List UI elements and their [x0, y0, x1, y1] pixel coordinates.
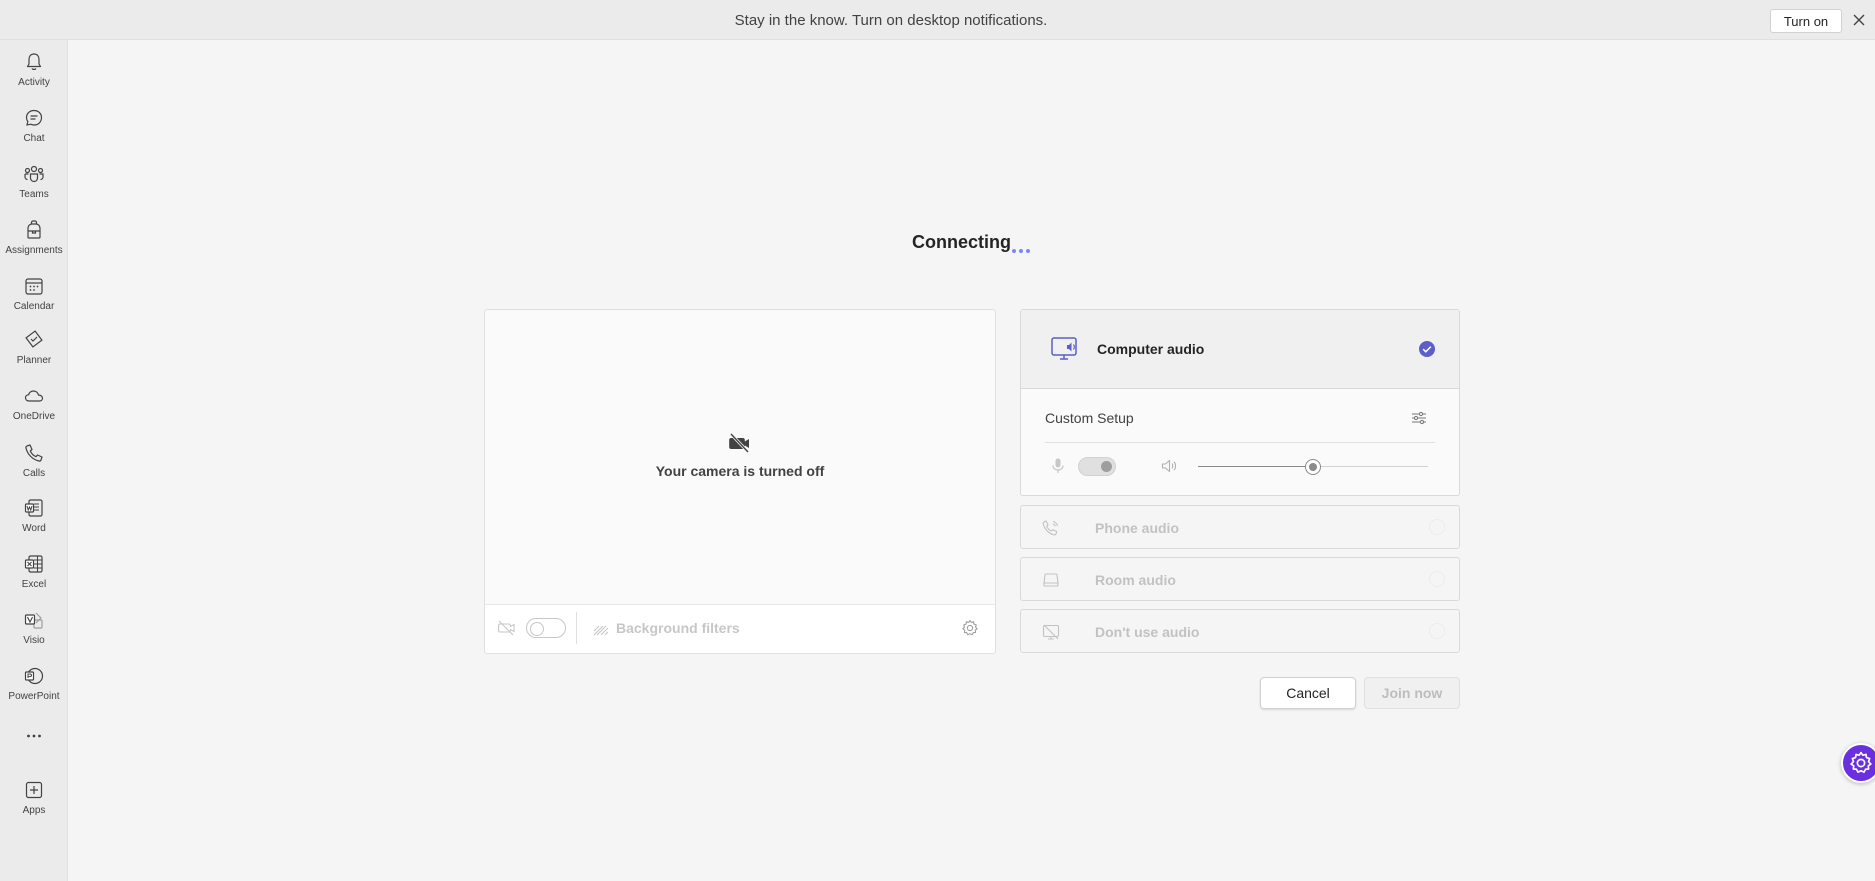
rail-label: Activity	[18, 77, 50, 88]
chat-icon	[25, 109, 43, 126]
bell-icon	[26, 53, 42, 70]
cloud-icon	[24, 390, 44, 402]
join-now-button[interactable]: Join now	[1364, 677, 1460, 709]
excel-icon	[24, 555, 43, 573]
connecting-status: Connecting	[912, 232, 1011, 252]
no-audio-option[interactable]: Don't use audio	[1020, 609, 1460, 653]
rail-label: Word	[22, 523, 46, 534]
no-audio-label: Don't use audio	[1095, 624, 1200, 640]
computer-audio-icon	[1051, 337, 1077, 360]
camera-toggle[interactable]	[526, 618, 566, 638]
room-audio-label: Room audio	[1095, 572, 1176, 588]
no-audio-icon	[1042, 624, 1060, 640]
rail-item-apps[interactable]: Apps	[0, 774, 68, 826]
rail-label: Teams	[19, 189, 49, 200]
rail-label: Assignments	[5, 245, 63, 256]
rail-label: Apps	[22, 805, 46, 816]
notification-text: Stay in the know. Turn on desktop notifi…	[734, 12, 1048, 29]
microphone-icon	[1052, 458, 1064, 473]
camera-off-text: Your camera is turned off	[655, 463, 825, 479]
rail-item-calls[interactable]: Calls	[0, 437, 68, 489]
device-settings-icon[interactable]	[960, 618, 980, 638]
floating-settings-button[interactable]	[1841, 743, 1875, 783]
background-filters-button[interactable]: Background filters	[616, 620, 740, 636]
rail-label: Calendar	[13, 301, 55, 312]
microphone-toggle[interactable]	[1078, 457, 1116, 476]
no-audio-radio[interactable]	[1429, 623, 1445, 639]
add-app-icon	[25, 781, 43, 799]
room-audio-radio[interactable]	[1429, 571, 1445, 587]
rail-label: Visio	[23, 635, 45, 646]
speaker-volume-fill	[1198, 466, 1313, 467]
rail-item-visio[interactable]: Visio	[0, 604, 68, 656]
rail-item-excel[interactable]: Excel	[0, 548, 68, 600]
rail-item-chat[interactable]: Chat	[0, 102, 68, 154]
rail-item-more[interactable]	[0, 720, 68, 752]
camera-off-icon	[729, 432, 750, 454]
rail-label: Calls	[22, 468, 46, 479]
phone-audio-option[interactable]: Phone audio	[1020, 505, 1460, 549]
rail-label: OneDrive	[12, 411, 56, 422]
loading-dots-icon	[1012, 249, 1030, 253]
rail-item-word[interactable]: Word	[0, 492, 68, 544]
sliders-settings-icon[interactable]	[1410, 409, 1428, 427]
turn-on-notifications-button[interactable]: Turn on	[1770, 9, 1842, 33]
custom-setup-label: Custom Setup	[1045, 410, 1134, 426]
teams-icon	[24, 165, 44, 183]
calendar-icon	[25, 278, 43, 295]
phone-audio-radio[interactable]	[1429, 519, 1445, 535]
rail-label: Excel	[21, 579, 47, 590]
room-audio-icon	[1043, 573, 1059, 587]
rail-item-planner[interactable]: Planner	[0, 324, 68, 376]
video-preview	[484, 309, 996, 654]
rail-label: Planner	[16, 355, 52, 366]
planner-icon	[25, 330, 43, 348]
rail-item-activity[interactable]: Activity	[0, 46, 68, 98]
speaker-volume-thumb[interactable]	[1305, 459, 1321, 475]
speaker-icon	[1161, 459, 1177, 473]
cancel-button[interactable]: Cancel	[1260, 677, 1356, 709]
room-audio-option[interactable]: Room audio	[1020, 557, 1460, 601]
computer-audio-option[interactable]	[1021, 310, 1459, 389]
divider	[1045, 442, 1435, 443]
powerpoint-icon	[24, 667, 44, 685]
close-icon[interactable]	[1850, 11, 1868, 29]
divider	[576, 612, 577, 644]
rail-label: Chat	[23, 133, 45, 144]
visio-icon	[24, 612, 43, 629]
word-icon	[24, 499, 43, 517]
rail-item-calendar[interactable]: Calendar	[0, 270, 68, 322]
phone-audio-icon	[1042, 520, 1059, 536]
rail-item-teams[interactable]: Teams	[0, 158, 68, 210]
rail-item-assignments[interactable]: Assignments	[0, 214, 68, 266]
phone-audio-label: Phone audio	[1095, 520, 1179, 536]
background-filters-icon	[593, 625, 609, 636]
computer-audio-label: Computer audio	[1097, 341, 1205, 357]
backpack-icon	[27, 220, 41, 239]
notification-bar: Stay in the know. Turn on desktop notifi…	[0, 0, 1875, 40]
phone-icon	[25, 444, 43, 462]
rail-item-powerpoint[interactable]: PowerPoint	[0, 660, 68, 712]
rail-label: PowerPoint	[8, 691, 60, 702]
rail-item-onedrive[interactable]: OneDrive	[0, 380, 68, 432]
app-rail: Activity Chat Teams Assignments Calendar…	[0, 40, 68, 881]
more-icon	[27, 734, 41, 738]
checkmark-icon	[1419, 341, 1435, 357]
camera-off-small-icon	[498, 620, 515, 636]
gear-icon	[1850, 751, 1872, 773]
